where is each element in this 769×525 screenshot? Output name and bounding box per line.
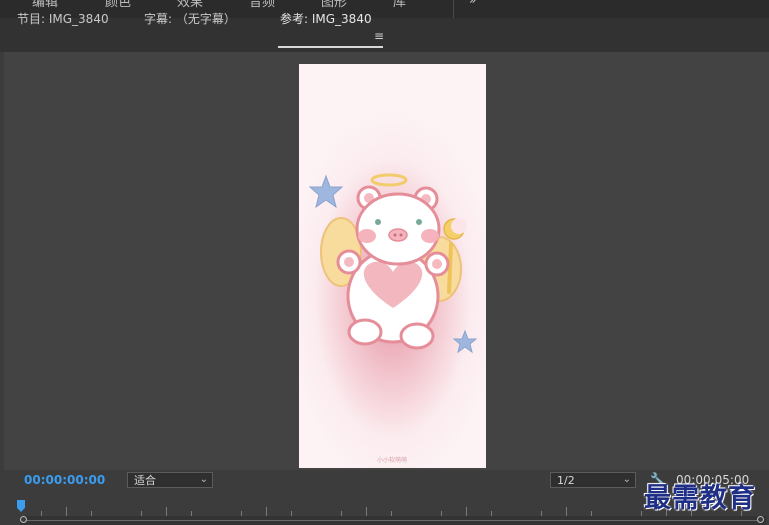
workspace-tab-color[interactable]: 颜色 [105, 0, 131, 10]
left-leg [347, 318, 383, 346]
tab-reference-monitor[interactable]: 参考: IMG_3840 [280, 10, 372, 27]
resolution-value: 1/2 [557, 474, 575, 487]
bear-angel-illustration: 小小软萌萌 [308, 173, 478, 464]
workspace-tab-effects[interactable]: 效果 [177, 0, 203, 10]
active-tab-indicator [278, 46, 383, 48]
workspace-bar: 编辑 颜色 效果 音频 图形 库 » [0, 0, 769, 18]
chevron-down-icon: ⌄ [622, 474, 631, 485]
star-large-icon [308, 174, 344, 209]
workspace-overflow-icon[interactable]: » [469, 0, 476, 7]
star-small-icon [452, 329, 478, 354]
zoom-level-value: 适合 [134, 474, 156, 487]
playback-resolution-select[interactable]: 1/2 ⌄ [550, 472, 636, 488]
playhead-timecode[interactable]: 00:00:00:00 [24, 473, 105, 487]
workspace-divider [453, 0, 454, 18]
panel-menu-icon[interactable]: ≡ [374, 29, 384, 43]
workspace-tab-audio[interactable]: 音频 [249, 0, 275, 10]
left-cheek [358, 229, 376, 243]
chevron-down-icon: ⌄ [199, 474, 208, 485]
right-eye [416, 219, 422, 225]
right-leg [399, 322, 435, 350]
zoom-handle-right[interactable] [757, 516, 764, 523]
monitor-tab-bar [0, 18, 769, 52]
halo [370, 173, 408, 187]
tab-program-monitor[interactable]: 节目: IMG_3840 [17, 10, 109, 27]
wand-stick [447, 242, 453, 294]
workspace-tab-edit[interactable]: 编辑 [32, 0, 58, 10]
video-frame: 小小软萌萌 [299, 64, 486, 468]
tab-captions[interactable]: 字幕: （无字幕） [144, 10, 236, 27]
snout [388, 228, 408, 242]
frame-caption: 小小软萌萌 [377, 456, 407, 464]
workspace-tab-libraries[interactable]: 库 [393, 0, 406, 10]
zoom-scrollbar-line [24, 520, 760, 521]
zoom-handle-left[interactable] [20, 516, 27, 523]
workspace-tab-graphics[interactable]: 图形 [321, 0, 347, 10]
right-cheek [421, 229, 439, 243]
zoom-level-select[interactable]: 适合 ⌄ [127, 472, 213, 488]
watermark-logo: 最需教育 [644, 483, 756, 514]
left-eye [375, 219, 381, 225]
